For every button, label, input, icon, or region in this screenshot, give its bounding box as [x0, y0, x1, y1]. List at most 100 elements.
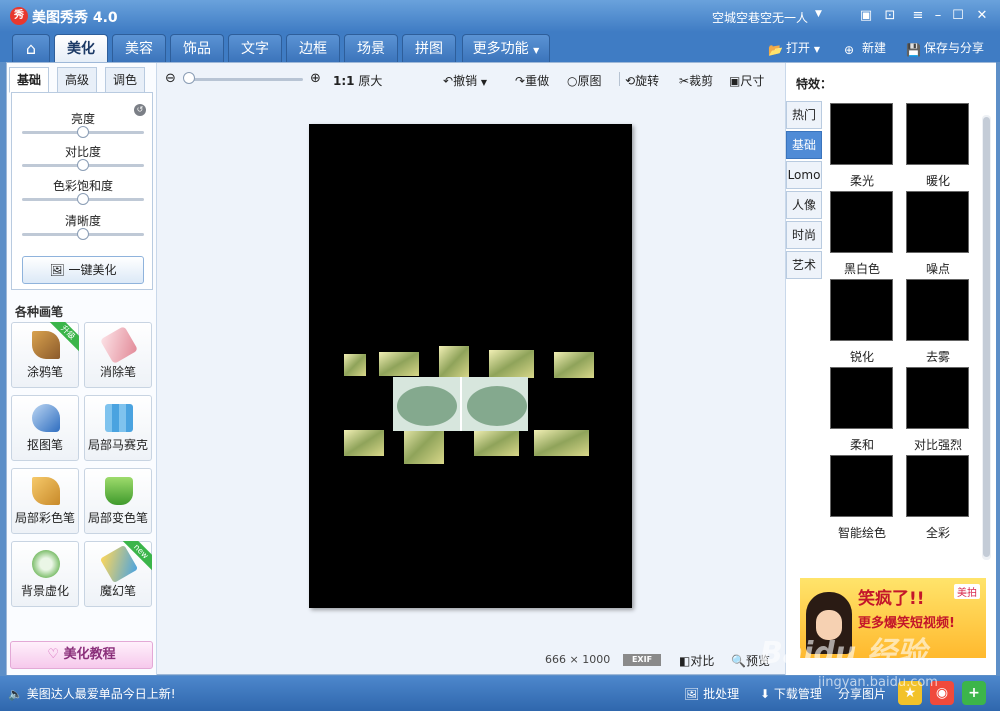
chevron-down-icon: ▼ [533, 46, 540, 55]
effect-high-contrast[interactable]: 对比强烈 [906, 367, 970, 453]
saturation-slider[interactable] [22, 193, 144, 205]
slider-thumb[interactable] [77, 159, 89, 171]
add-icon[interactable]: + [962, 681, 986, 705]
status-message[interactable]: 🔈 美图达人最爱单品今日上新! [8, 685, 176, 702]
effects-tab-art[interactable]: 艺术 [786, 251, 822, 279]
original-image-button[interactable]: ○原图 [567, 72, 602, 89]
tab-frames[interactable]: 边框 [286, 34, 340, 62]
effect-label: 对比强烈 [913, 438, 962, 452]
effect-sharpen[interactable]: 锐化 [830, 279, 894, 365]
effect-smart-color[interactable]: 智能绘色 [830, 455, 894, 541]
saturation-label: 色彩饱和度 [52, 179, 113, 193]
zoom-slider-thumb[interactable] [183, 72, 195, 84]
effect-warm[interactable]: 暖化 [906, 103, 970, 189]
tab-more[interactable]: 更多功能 ▼ [462, 34, 550, 62]
slider-thumb[interactable] [77, 228, 89, 240]
subtab-color[interactable]: 调色 [105, 67, 145, 93]
batch-label: 批处理 [703, 687, 740, 701]
redo-button[interactable]: ↷重做 [515, 72, 549, 89]
compare-button[interactable]: ◧对比 [679, 652, 714, 669]
effects-tab-portrait[interactable]: 人像 [786, 191, 822, 219]
rotate-icon: ⟲ [625, 74, 636, 88]
beautify-tutorial-button[interactable]: ♡ 美化教程 [10, 641, 153, 669]
brightness-label: 亮度 [70, 112, 95, 126]
sharpness-slider[interactable] [22, 228, 144, 240]
photo-artwork [344, 346, 594, 464]
effect-full-color[interactable]: 全彩 [906, 455, 970, 541]
brush-mosaic[interactable]: 局部马赛克 [84, 395, 152, 461]
home-button[interactable]: ⌂ [12, 34, 50, 62]
tab-collage[interactable]: 拼图 [402, 34, 456, 62]
brush-graffiti[interactable]: 升级 涂鸦笔 [11, 322, 79, 388]
effects-tab-basic[interactable]: 基础 [786, 131, 822, 159]
download-label: 下载管理 [773, 687, 822, 701]
new-button[interactable]: ⊕ 新建 [844, 39, 886, 57]
effect-dehaze[interactable]: 去雾 [906, 279, 970, 365]
brush-background-blur[interactable]: 背景虚化 [11, 541, 79, 607]
brush-magic[interactable]: new 魔幻笔 [84, 541, 152, 607]
exif-button[interactable]: EXIF [623, 654, 661, 666]
contrast-slider[interactable] [22, 159, 144, 171]
scrollbar-thumb[interactable] [983, 117, 990, 557]
effects-tab-fashion[interactable]: 时尚 [786, 221, 822, 249]
photo-canvas[interactable] [309, 124, 632, 608]
effect-noise[interactable]: 噪点 [906, 191, 970, 277]
resize-icon: ▣ [729, 74, 741, 88]
rotate-button[interactable]: ⟲旋转 [625, 72, 659, 89]
brush-label: 魔幻笔 [99, 584, 136, 598]
effect-label: 噪点 [925, 262, 950, 276]
title-bar: 秀 美图秀秀 4.0 空城空巷空无一人 ▼ ▣ ⊡ ≡ – ☐ ✕ [0, 0, 1000, 32]
effect-thumbnail [830, 191, 893, 253]
undo-button[interactable]: ↶撤销 ▼ [443, 72, 487, 89]
tab-accessories[interactable]: 饰品 [170, 34, 224, 62]
open-button[interactable]: 📂 打开 ▼ [768, 39, 820, 57]
effect-label: 黑白色 [843, 262, 880, 276]
download-manager-button[interactable]: ⬇ 下载管理 [760, 685, 822, 702]
brightness-slider[interactable] [22, 126, 144, 138]
message-icon[interactable]: ▣ [856, 6, 876, 26]
effects-tab-hot[interactable]: 热门 [786, 101, 822, 129]
effect-black-white[interactable]: 黑白色 [830, 191, 894, 277]
tab-beauty[interactable]: 美容 [112, 34, 166, 62]
slider-thumb[interactable] [77, 126, 89, 138]
resize-button[interactable]: ▣尺寸 [729, 72, 764, 89]
zoom-out-icon[interactable]: ⊖ [165, 71, 176, 86]
slider-thumb[interactable] [77, 193, 89, 205]
hands-icon: ♡ [47, 647, 60, 662]
batch-button[interactable]: 🖼 批处理 [684, 685, 739, 702]
one-click-beautify-button[interactable]: 🖼 一键美化 [22, 256, 144, 284]
menu-icon[interactable]: ≡ [908, 6, 928, 26]
status-message-text: 美图达人最爱单品今日上新! [26, 687, 176, 701]
brush-cutout[interactable]: 抠图笔 [11, 395, 79, 461]
brush-color[interactable]: 局部彩色笔 [11, 468, 79, 534]
save-icon: 💾 [906, 43, 921, 57]
user-name[interactable]: 空城空巷空无一人 [712, 9, 808, 26]
effect-soft-light[interactable]: 柔光 [830, 103, 894, 189]
tab-scenes[interactable]: 场景 [344, 34, 398, 62]
maximize-button[interactable]: ☐ [948, 6, 968, 26]
effects-scrollbar[interactable] [982, 115, 991, 560]
subtab-advanced[interactable]: 高级 [57, 67, 97, 93]
tab-beautify[interactable]: 美化 [54, 34, 108, 62]
zoom-in-icon[interactable]: ⊕ [310, 71, 321, 86]
zoom-slider[interactable] [185, 78, 303, 81]
tab-text[interactable]: 文字 [228, 34, 282, 62]
save-share-button[interactable]: 💾 保存与分享 [906, 39, 984, 57]
original-size-button[interactable]: 1:1 原大 [333, 72, 382, 89]
effect-soft[interactable]: 柔和 [830, 367, 894, 453]
subtab-basic[interactable]: 基础 [9, 67, 49, 93]
skin-icon[interactable]: ⊡ [880, 6, 900, 26]
effect-label: 锐化 [849, 350, 874, 364]
ad-brand: 美拍 [954, 584, 980, 599]
minimize-button[interactable]: – [928, 6, 948, 26]
close-button[interactable]: ✕ [972, 6, 992, 26]
tutorial-label: 美化教程 [63, 647, 116, 662]
effect-thumbnail [830, 455, 893, 517]
crop-button[interactable]: ✂裁剪 [679, 72, 713, 89]
original-image-label: 原图 [577, 74, 602, 88]
compare-label: 对比 [690, 654, 715, 668]
brush-eraser[interactable]: 消除笔 [84, 322, 152, 388]
brush-recolor[interactable]: 局部变色笔 [84, 468, 152, 534]
user-dropdown-icon[interactable]: ▼ [815, 9, 822, 19]
effects-tab-lomo[interactable]: Lomo [786, 161, 822, 189]
